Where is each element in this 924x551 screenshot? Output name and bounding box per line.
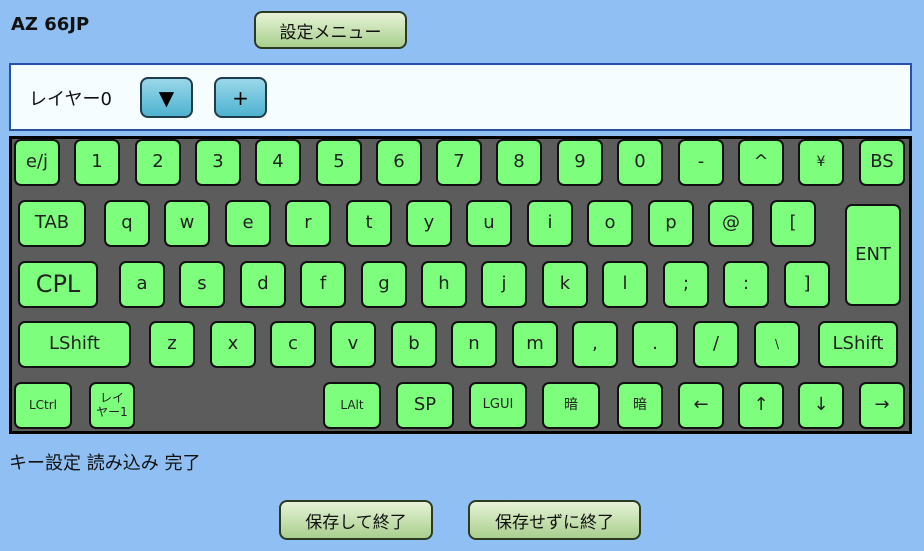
key-r4-1[interactable]: レイ ヤー1 [89, 382, 135, 429]
keyboard-layout: e/j 1 2 3 4 5 6 7 8 9 0- ^ ¥ BS TAB q w e r t y u i o p @ [ ENT CPL a… [9, 136, 912, 434]
key-r0-5[interactable]: 5 [316, 139, 362, 186]
key-r0-6[interactable]: 6 [376, 139, 422, 186]
key-r3-1[interactable]: z [149, 321, 195, 368]
key-r2-11[interactable]: : [723, 261, 769, 308]
key-r3-0[interactable]: LShift [18, 321, 131, 368]
key-r4-8[interactable]: ↑ [738, 382, 784, 429]
key-r1-12[interactable]: [ [770, 200, 816, 247]
key-r1-10[interactable]: p [648, 200, 694, 247]
key-r1-11[interactable]: @ [708, 200, 754, 247]
key-r0-1[interactable]: 1 [74, 139, 120, 186]
layer-label: レイヤー0 [29, 89, 112, 110]
key-r3-5[interactable]: b [391, 321, 437, 368]
key-r0-11[interactable]: - [678, 139, 724, 186]
key-r1-3[interactable]: e [225, 200, 271, 247]
key-r2-9[interactable]: l [602, 261, 648, 308]
key-r4-7[interactable]: ← [678, 382, 724, 429]
key-r2-7[interactable]: j [481, 261, 527, 308]
key-r3-6[interactable]: n [451, 321, 497, 368]
exit-without-save-button[interactable]: 保存せずに終了 [468, 500, 641, 540]
key-r1-8[interactable]: i [527, 200, 573, 247]
key-r0-14[interactable]: BS [859, 139, 905, 186]
key-r1-13[interactable]: ENT [845, 204, 901, 306]
status-message: キー設定 読み込み 完了 [9, 453, 201, 474]
key-r4-10[interactable]: → [859, 382, 905, 429]
add-layer-button[interactable]: + [214, 77, 267, 118]
key-r0-2[interactable]: 2 [135, 139, 181, 186]
key-r1-6[interactable]: y [406, 200, 452, 247]
key-r1-2[interactable]: w [164, 200, 210, 247]
key-r2-8[interactable]: k [542, 261, 588, 308]
key-r2-3[interactable]: d [240, 261, 286, 308]
key-r3-9[interactable]: . [632, 321, 678, 368]
key-r1-7[interactable]: u [466, 200, 512, 247]
key-r2-2[interactable]: s [179, 261, 225, 308]
key-r1-4[interactable]: r [285, 200, 331, 247]
key-r2-10[interactable]: ; [663, 261, 709, 308]
key-r3-2[interactable]: x [210, 321, 256, 368]
key-r2-6[interactable]: h [421, 261, 467, 308]
key-r0-7[interactable]: 7 [436, 139, 482, 186]
key-r0-4[interactable]: 4 [255, 139, 301, 186]
key-r2-1[interactable]: a [119, 261, 165, 308]
key-r0-3[interactable]: 3 [195, 139, 241, 186]
save-and-exit-button[interactable]: 保存して終了 [279, 500, 433, 540]
key-r3-4[interactable]: v [330, 321, 376, 368]
key-r1-0[interactable]: TAB [18, 200, 86, 247]
key-r2-4[interactable]: f [300, 261, 346, 308]
key-r3-12[interactable]: LShift [818, 321, 898, 368]
key-r2-0[interactable]: CPL [18, 261, 98, 308]
key-r0-13[interactable]: ¥ [798, 139, 844, 186]
key-r3-11[interactable]: \ [754, 321, 800, 368]
key-r0-10[interactable]: 0 [617, 139, 663, 186]
key-r2-12[interactable]: ] [784, 261, 830, 308]
key-r3-3[interactable]: c [270, 321, 316, 368]
layer-panel: レイヤー0 ▼ + [9, 63, 912, 131]
key-r4-6[interactable]: 暗 [617, 382, 663, 429]
settings-menu-button[interactable]: 設定メニュー [254, 11, 407, 49]
key-r1-1[interactable]: q [104, 200, 150, 247]
key-r0-8[interactable]: 8 [496, 139, 542, 186]
key-r0-0[interactable]: e/j [14, 139, 60, 186]
key-r4-0[interactable]: LCtrl [14, 382, 72, 429]
key-r1-5[interactable]: t [346, 200, 392, 247]
key-r0-9[interactable]: 9 [557, 139, 603, 186]
key-r0-12[interactable]: ^ [738, 139, 784, 186]
key-r3-8[interactable]: , [572, 321, 618, 368]
layer-dropdown-button[interactable]: ▼ [140, 77, 193, 118]
key-r4-9[interactable]: ↓ [798, 382, 844, 429]
key-r1-9[interactable]: o [587, 200, 633, 247]
key-r4-4[interactable]: LGUI [469, 382, 527, 429]
key-r3-10[interactable]: / [693, 321, 739, 368]
key-r2-5[interactable]: g [361, 261, 407, 308]
key-r3-7[interactable]: m [512, 321, 558, 368]
app-title: AZ 66JP [11, 14, 90, 35]
key-r4-3[interactable]: SP [396, 382, 454, 429]
key-r4-2[interactable]: LAlt [323, 382, 381, 429]
key-r4-5[interactable]: 暗 [542, 382, 600, 429]
